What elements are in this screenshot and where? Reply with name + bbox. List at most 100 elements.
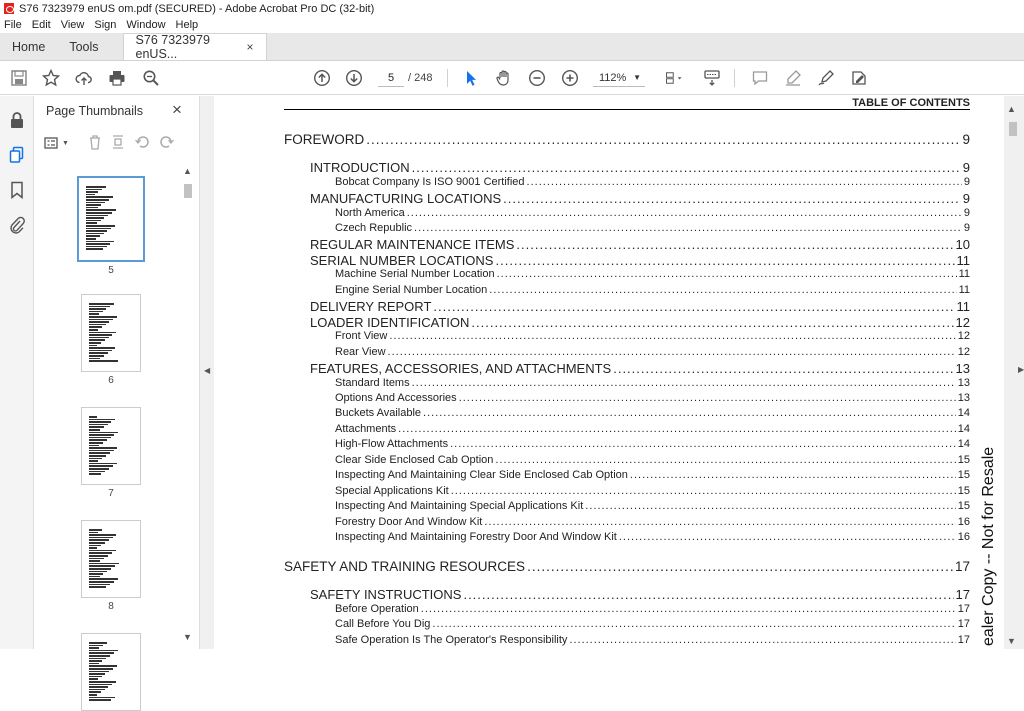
thumbnail-text-line (86, 212, 112, 214)
menu-sign[interactable]: Sign (94, 19, 116, 31)
hand-tool-icon[interactable] (493, 67, 515, 89)
scroll-down-icon[interactable]: ▼ (183, 632, 192, 642)
toc-entry[interactable]: Engine Serial Number Location 11 (335, 284, 970, 299)
toc-entry[interactable]: Front View 12 (335, 330, 970, 345)
toc-entry[interactable]: Inspecting And Maintaining Special Appli… (335, 500, 970, 515)
delete-page-icon[interactable] (88, 134, 102, 153)
thumbnail-text-line (89, 421, 112, 423)
toc-entry[interactable]: Buckets Available 14 (335, 407, 970, 422)
toc-entry[interactable]: High-Flow Attachments 14 (335, 438, 970, 453)
toc-entry[interactable]: Before Operation17 (335, 603, 970, 618)
options-menu-icon[interactable]: ▼ (44, 136, 69, 150)
thumbnail-text-line (86, 238, 96, 240)
rotate-right-icon[interactable] (159, 134, 175, 153)
thumbnail-page-number: 8 (108, 601, 114, 612)
thumbnail-scrollbar[interactable]: ▲ ▼ (182, 166, 194, 646)
toc-entry[interactable]: North America 9 (335, 207, 970, 222)
thumbnail-text-line (89, 465, 113, 467)
rotate-left-icon[interactable] (134, 134, 150, 153)
scroll-up-icon[interactable]: ▲ (1007, 104, 1016, 114)
tab-tools[interactable]: Tools (57, 33, 110, 60)
sign-icon[interactable] (815, 67, 837, 89)
tab-home[interactable]: Home (0, 33, 57, 60)
thumbnail-page-6[interactable]: 6 (76, 294, 146, 386)
toc-entry[interactable]: Inspecting And Maintaining Forestry Door… (335, 531, 970, 546)
toc-entry[interactable]: SAFETY AND TRAINING RESOURCES17 (284, 559, 970, 574)
thumbnail-text-line (86, 193, 95, 196)
menu-window[interactable]: Window (126, 19, 165, 31)
toc-entry[interactable]: Rear View 12 (335, 346, 970, 361)
toc-entry[interactable]: LOADER IDENTIFICATION 12 (310, 315, 970, 330)
zoom-in-icon[interactable] (559, 67, 581, 89)
comment-icon[interactable] (749, 67, 771, 89)
page-thumbnails-icon[interactable] (7, 145, 27, 165)
toc-entry[interactable]: Standard Items 13 (335, 377, 970, 392)
chevron-right-icon[interactable]: ▶ (1018, 365, 1024, 374)
menu-edit[interactable]: Edit (32, 19, 51, 31)
collapse-panel-handle[interactable]: ◀ (200, 96, 214, 649)
toc-entry[interactable]: Machine Serial Number Location 11 (335, 268, 970, 283)
tab-close-icon[interactable]: × (247, 40, 254, 54)
menu-file[interactable]: File (4, 19, 22, 31)
thumbnail-page-9[interactable] (76, 633, 146, 711)
scroll-down-icon[interactable]: ▼ (1007, 636, 1016, 646)
toc-entry-title: Forestry Door And Window Kit (335, 516, 483, 528)
zoom-out-icon[interactable] (526, 67, 548, 89)
toc-entry[interactable]: Options And Accessories 13 (335, 392, 970, 407)
highlight-pen-icon[interactable] (782, 67, 804, 89)
toc-entry[interactable]: Clear Side Enclosed Cab Option15 (335, 454, 970, 469)
page-display-icon[interactable] (660, 67, 688, 89)
document-view[interactable]: TABLE OF CONTENTS FOREWORD 9 INTRODUCTION 9… (214, 96, 1004, 649)
stamp-edit-icon[interactable] (848, 67, 870, 89)
scrollbar-thumb[interactable] (184, 184, 192, 198)
toc-entry[interactable]: MANUFACTURING LOCATIONS 9 (310, 191, 970, 206)
thumbnail-page-8[interactable]: 8 (76, 520, 146, 612)
toc-entry[interactable]: Call Before You Dig17 (335, 618, 970, 633)
toc-entry[interactable]: Safe Operation Is The Operator's Respons… (335, 634, 970, 649)
toc-entry[interactable]: FOREWORD 9 (284, 132, 970, 147)
zoom-level-dropdown[interactable]: 112% ▼ (593, 69, 645, 87)
tab-document[interactable]: S76 7323979 enUS... × (122, 33, 267, 61)
save-icon[interactable] (8, 67, 30, 89)
toc-entry[interactable]: SERIAL NUMBER LOCATIONS 11 (310, 253, 970, 268)
scroll-up-icon[interactable]: ▲ (183, 166, 192, 176)
toc-entry[interactable]: INTRODUCTION 9 (310, 160, 970, 175)
toc-entry[interactable]: DELIVERY REPORT 11 (310, 299, 970, 314)
select-cursor-icon[interactable] (460, 67, 482, 89)
watermark-text: ealer Copy -- Not for Resale (980, 446, 997, 646)
scrollbar-thumb[interactable] (1009, 122, 1017, 136)
bookmark-icon[interactable] (7, 180, 27, 200)
toc-entry[interactable]: Attachments 14 (335, 423, 970, 438)
panel-close-icon[interactable]: × (172, 100, 182, 120)
attachment-paperclip-icon[interactable] (7, 215, 27, 235)
toc-entry[interactable]: Inspecting And Maintaining Clear Side En… (335, 469, 970, 484)
scroll-mode-icon[interactable] (701, 67, 723, 89)
thumbnail-page-7[interactable]: 7 (76, 407, 146, 499)
page-number-input[interactable]: 5 (378, 69, 404, 87)
toc-entry[interactable]: FEATURES, ACCESSORIES, AND ATTACHMENTS 13 (310, 361, 970, 376)
toc-entry[interactable]: Bobcat Company Is ISO 9001 Certified 9 (335, 176, 970, 191)
toc-entry[interactable]: Czech Republic 9 (335, 222, 970, 237)
upload-cloud-icon[interactable] (73, 67, 95, 89)
toc-entry-title: Engine Serial Number Location (335, 284, 488, 296)
thumbnail-text-line (89, 552, 112, 554)
lock-icon[interactable] (7, 110, 27, 130)
extract-page-icon[interactable] (111, 134, 125, 153)
previous-page-icon[interactable] (311, 67, 333, 89)
toc-entry[interactable]: SAFETY INSTRUCTIONS17 (310, 587, 970, 602)
toc-entry-title: Call Before You Dig (335, 618, 431, 630)
bookmark-star-icon[interactable] (40, 67, 62, 89)
next-page-icon[interactable] (343, 67, 365, 89)
chevron-left-icon[interactable]: ◀ (204, 366, 210, 375)
menu-view[interactable]: View (61, 19, 85, 31)
search-icon[interactable] (140, 67, 162, 89)
toc-entry-title: Special Applications Kit (335, 485, 449, 497)
print-icon[interactable] (106, 67, 128, 89)
menu-help[interactable]: Help (176, 19, 199, 31)
toc-entry[interactable]: Special Applications Kit15 (335, 485, 970, 500)
thumbnail-page-5[interactable]: 5 (76, 176, 146, 276)
thumbnail-text-line (89, 544, 102, 547)
toc-entry[interactable]: REGULAR MAINTENANCE ITEMS 10 (310, 237, 970, 252)
chevron-down-icon: ▼ (633, 73, 641, 82)
toc-entry[interactable]: Forestry Door And Window Kit16 (335, 516, 970, 531)
